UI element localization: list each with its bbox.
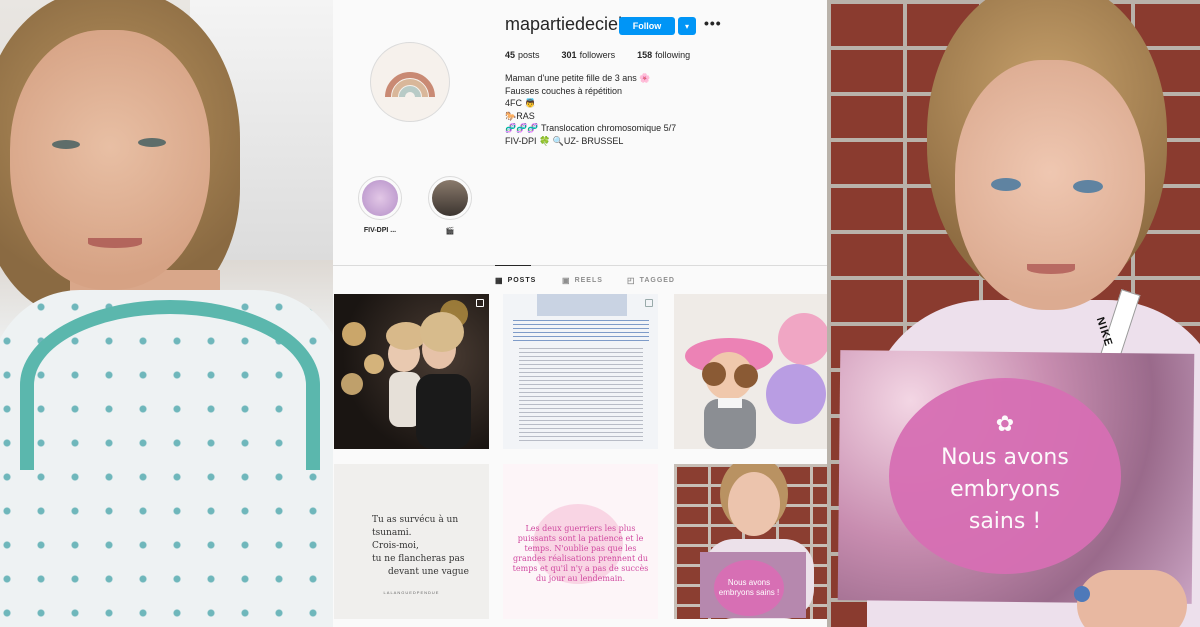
motivation-quote: Les deux guerriers les plus puissants so… bbox=[512, 524, 649, 583]
tabs-divider bbox=[333, 265, 827, 266]
quote-line: tu ne flancheras pas bbox=[372, 554, 465, 564]
mini-sign-text: Nous avons embryons sains ! bbox=[714, 560, 784, 616]
followers-label: followers bbox=[579, 50, 616, 60]
bio-line: FIV-DPI 🍀 🔍UZ- BRUSSEL bbox=[505, 135, 624, 146]
quote-signature: LALANGUEDPENDUE bbox=[383, 590, 440, 595]
post-thumbnail[interactable]: Tu as survécu à un tsunami. Crois-moi, t… bbox=[334, 464, 489, 619]
highlight-cover bbox=[362, 180, 398, 216]
sign-line: embryons bbox=[950, 477, 1060, 502]
grid-icon: ▦ bbox=[495, 276, 504, 285]
right-eye bbox=[1073, 180, 1103, 193]
right-eye bbox=[138, 138, 166, 147]
tab-reels[interactable]: ▣ REELS bbox=[562, 276, 603, 285]
mouth bbox=[88, 238, 142, 248]
posts-stat: 45 posts bbox=[505, 50, 540, 60]
post-thumbnail[interactable] bbox=[674, 294, 827, 449]
tab-label: POSTS bbox=[507, 277, 537, 284]
left-eye bbox=[991, 178, 1021, 191]
profile-username: mapartiedeciel bbox=[505, 14, 623, 34]
multi-post-icon bbox=[645, 299, 653, 307]
post-thumbnail[interactable]: Nous avons embryons sains ! bbox=[674, 464, 827, 619]
tab-tagged[interactable]: ◰ TAGGED bbox=[627, 276, 675, 285]
post-thumbnail[interactable] bbox=[334, 294, 489, 449]
following-stat[interactable]: 158 following bbox=[637, 50, 690, 60]
tab-label: REELS bbox=[574, 277, 603, 284]
party-photo bbox=[341, 300, 471, 449]
follow-button[interactable]: Follow bbox=[619, 17, 675, 35]
story-highlight[interactable]: 🎬 bbox=[428, 176, 472, 235]
quote-line: devant une vague bbox=[388, 567, 469, 577]
mouth bbox=[1027, 264, 1075, 274]
avatar[interactable] bbox=[370, 42, 450, 122]
quote-text: Tu as survécu à un tsunami. Crois-moi, t… bbox=[372, 514, 489, 579]
highlight-cover bbox=[432, 180, 468, 216]
sign-holding-photo: NIKE ✿ Nous avons embryons sains ! bbox=[827, 0, 1200, 627]
article-body bbox=[519, 348, 643, 444]
bio-line: 🐎RAS bbox=[505, 110, 535, 121]
fingernail bbox=[1074, 586, 1090, 602]
sign-bubble: ✿ Nous avons embryons sains ! bbox=[889, 378, 1121, 574]
gown-collar bbox=[20, 300, 320, 470]
tagged-icon: ◰ bbox=[627, 276, 636, 285]
followers-stat[interactable]: 301 followers bbox=[562, 50, 616, 60]
tab-posts[interactable]: ▦ POSTS bbox=[495, 276, 536, 285]
posts-count: 45 bbox=[505, 50, 516, 60]
following-count: 158 bbox=[637, 50, 653, 60]
multi-post-icon bbox=[476, 299, 484, 307]
highlight-label: FIV-DPI ... bbox=[363, 227, 397, 234]
suggestions-dropdown-button[interactable]: ▾ bbox=[678, 17, 696, 35]
face bbox=[10, 30, 210, 290]
sign-line: Nous avons bbox=[941, 445, 1069, 470]
flower-icon: ✿ bbox=[995, 412, 1015, 437]
story-highlight[interactable]: FIV-DPI ... bbox=[358, 176, 402, 234]
bio-line: Fausses couches à répétition bbox=[505, 85, 623, 96]
post-thumbnail[interactable]: Les deux guerriers les plus puissants so… bbox=[503, 464, 658, 619]
profile-stats: 45 posts 301 followers 158 following bbox=[505, 50, 690, 60]
post-thumbnail[interactable] bbox=[503, 294, 658, 449]
active-tab-indicator bbox=[495, 265, 531, 266]
article-header bbox=[513, 320, 649, 344]
rainbow-icon bbox=[385, 72, 435, 98]
sign-line: sains ! bbox=[968, 509, 1042, 534]
highlight-label: 🎬 bbox=[445, 228, 455, 235]
reels-icon: ▣ bbox=[562, 276, 571, 285]
highlight-ring bbox=[428, 176, 472, 220]
bio-line: 🧬🧬🧬 Translocation chromosomique 5/7 bbox=[505, 123, 677, 134]
followers-count: 301 bbox=[561, 50, 577, 60]
more-dots-icon[interactable]: ••• bbox=[704, 15, 722, 31]
chevron-down-icon: ▾ bbox=[684, 21, 689, 31]
girl-with-balloons-photo bbox=[674, 294, 827, 449]
hospital-selfie-photo bbox=[0, 0, 333, 627]
left-eye bbox=[52, 140, 80, 149]
highlight-ring bbox=[358, 176, 402, 220]
posts-label: posts bbox=[518, 50, 540, 60]
instagram-profile: mapartiedeciel Follow ▾ ••• 45 posts 301 f… bbox=[333, 0, 827, 627]
quote-line: Crois-moi, bbox=[372, 541, 419, 551]
article-photos bbox=[537, 294, 627, 316]
tab-label: TAGGED bbox=[639, 277, 675, 284]
bio-line: 4FC 👼 bbox=[505, 98, 536, 109]
bio-line: Maman d'une petite fille de 3 ans 🌸 bbox=[505, 73, 651, 83]
hand bbox=[1077, 570, 1187, 627]
quote-line: Tu as survécu à un tsunami. bbox=[372, 515, 459, 538]
profile-bio: Maman d'une petite fille de 3 ans 🌸 Faus… bbox=[505, 72, 676, 148]
following-label: following bbox=[655, 50, 691, 60]
